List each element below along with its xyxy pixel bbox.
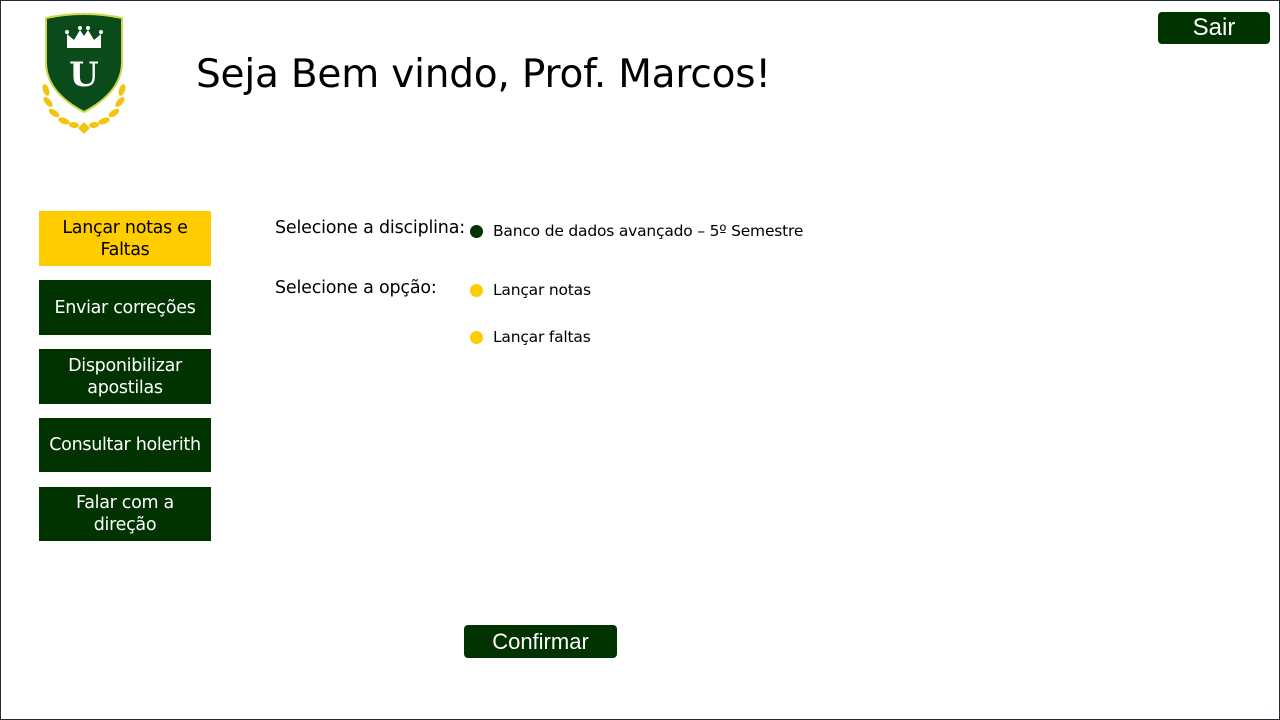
radio-dot-icon[interactable] — [470, 224, 483, 238]
university-logo: U — [42, 13, 126, 134]
sidebar-item-label: Consultar holerith — [49, 435, 201, 455]
sidebar-item-disponibilizar-apostilas[interactable]: Disponibilizar apostilas — [39, 349, 211, 404]
option-lancar-faltas-label: Lançar faltas — [493, 328, 591, 346]
sidebar-item-label: Disponibilizar apostilas — [68, 355, 182, 398]
sidebar-item-label: Lançar notas e Faltas — [62, 217, 188, 260]
sidebar-item-falar-direcao[interactable]: Falar com a direção — [39, 487, 211, 541]
discipline-option-label: Banco de dados avançado – 5º Semestre — [493, 222, 804, 240]
option-label: Selecione a opção: — [275, 278, 437, 298]
sidebar-item-consultar-holerith[interactable]: Consultar holerith — [39, 418, 211, 472]
radio-dot-icon[interactable] — [470, 330, 483, 344]
option-lancar-notas[interactable]: Lançar notas — [470, 281, 591, 299]
discipline-label: Selecione a disciplina: — [275, 218, 465, 238]
logo-letter: U — [69, 55, 99, 95]
confirm-button[interactable]: Confirmar — [464, 625, 617, 658]
discipline-option[interactable]: Banco de dados avançado – 5º Semestre — [470, 222, 803, 240]
page-title: Seja Bem vindo, Prof. Marcos! — [196, 52, 771, 97]
sidebar-item-label: Enviar correções — [54, 297, 196, 318]
option-lancar-faltas[interactable]: Lançar faltas — [470, 328, 591, 346]
sidebar-item-label: Falar com a direção — [76, 493, 174, 535]
option-lancar-notas-label: Lançar notas — [493, 281, 591, 299]
sidebar-item-enviar-correcoes[interactable]: Enviar correções — [39, 280, 211, 335]
sidebar-item-lancar-notas-faltas[interactable]: Lançar notas e Faltas — [39, 211, 211, 266]
radio-dot-icon[interactable] — [470, 283, 483, 297]
logout-button[interactable]: Sair — [1158, 12, 1270, 44]
